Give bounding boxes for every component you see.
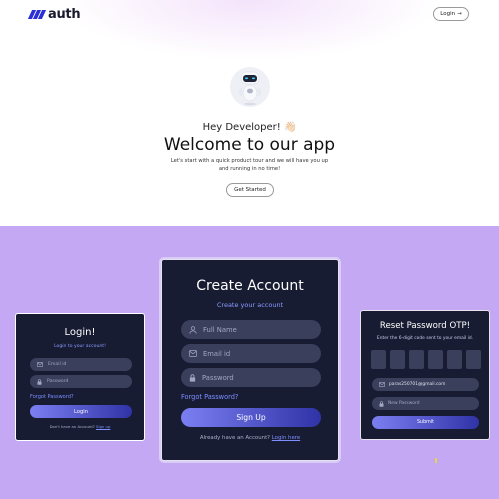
decorative-dot	[435, 458, 437, 463]
password-field[interactable]: Password	[181, 368, 321, 387]
arrow-right-icon: →	[457, 11, 462, 17]
logo-text: auth	[48, 7, 81, 22]
email-placeholder: Email id	[203, 349, 231, 358]
login-button-label: Login	[440, 11, 456, 17]
mail-icon	[189, 350, 197, 357]
email-placeholder: Email id	[48, 362, 67, 367]
login-subtitle: Login to your account!	[54, 344, 106, 349]
logo-icon	[27, 10, 47, 19]
login-here-link[interactable]: Login here	[272, 435, 300, 441]
email-field[interactable]: Email id	[181, 344, 321, 363]
signup-title: Create Account	[196, 278, 304, 294]
reset-title: Reset Password OTP!	[379, 321, 471, 331]
signup-subtitle: Create your account	[216, 301, 284, 309]
forgot-password-link[interactable]: Forgot Password?	[30, 394, 74, 400]
robot-avatar	[230, 67, 270, 107]
reset-password-card: Reset Password OTP! Enter the 6-digit co…	[360, 310, 490, 440]
user-icon	[189, 325, 197, 334]
new-password-placeholder: New Password	[388, 401, 420, 406]
logo[interactable]: auth	[27, 7, 81, 22]
password-field[interactable]: Password	[30, 375, 132, 388]
new-password-field[interactable]: New Password	[372, 397, 479, 410]
otp-input-5[interactable]	[447, 350, 462, 369]
email-field[interactable]: Email id	[30, 358, 132, 371]
full-name-placeholder: Full Name	[203, 325, 237, 334]
login-card: Login! Login to your account! Email id P…	[15, 313, 145, 441]
password-placeholder: Password	[202, 373, 234, 382]
hero-section: auth Login → Hey Developer! 👋🏻 Welcome t…	[0, 0, 499, 226]
signup-button[interactable]: Sign Up	[181, 408, 321, 427]
signup-prompt: Don't have an Account? Sign up	[16, 424, 144, 429]
login-button[interactable]: Login →	[433, 7, 469, 21]
login-prompt: Already have an Account? Login here	[162, 435, 338, 441]
hero-title: Welcome to our app	[163, 135, 336, 155]
get-started-button[interactable]: Get Started	[226, 183, 274, 197]
signup-prompt-text: Don't have an Account?	[49, 424, 95, 429]
lock-icon	[37, 378, 42, 385]
otp-input-6[interactable]	[466, 350, 481, 369]
email-field[interactable]: paras250701@gmail.com	[372, 378, 479, 391]
hero-description: Let's start with a quick product tour an…	[170, 158, 329, 172]
mail-icon	[37, 362, 43, 367]
reset-subtitle: Enter the 6-digit code sent to your emai…	[376, 336, 474, 341]
otp-input-2[interactable]	[390, 350, 405, 369]
login-button[interactable]: Login	[30, 405, 132, 418]
robot-icon	[239, 71, 261, 106]
signup-link[interactable]: Sign up	[96, 424, 110, 429]
mail-icon	[379, 382, 385, 387]
submit-button[interactable]: Submit	[372, 416, 479, 429]
signup-card: Create Account Create your account Full …	[161, 259, 339, 461]
otp-input-3[interactable]	[409, 350, 424, 369]
otp-input-1[interactable]	[371, 350, 386, 369]
hero-greeting: Hey Developer! 👋🏻	[202, 122, 297, 133]
lock-icon	[379, 400, 384, 407]
email-value: paras250701@gmail.com	[389, 382, 446, 387]
login-title: Login!	[64, 327, 96, 338]
full-name-field[interactable]: Full Name	[181, 320, 321, 339]
lock-icon	[189, 373, 196, 382]
forgot-password-link[interactable]: Forgot Password?	[181, 393, 238, 401]
password-placeholder: Password	[47, 379, 69, 384]
login-prompt-text: Already have an Account?	[199, 435, 271, 441]
otp-input-4[interactable]	[428, 350, 443, 369]
